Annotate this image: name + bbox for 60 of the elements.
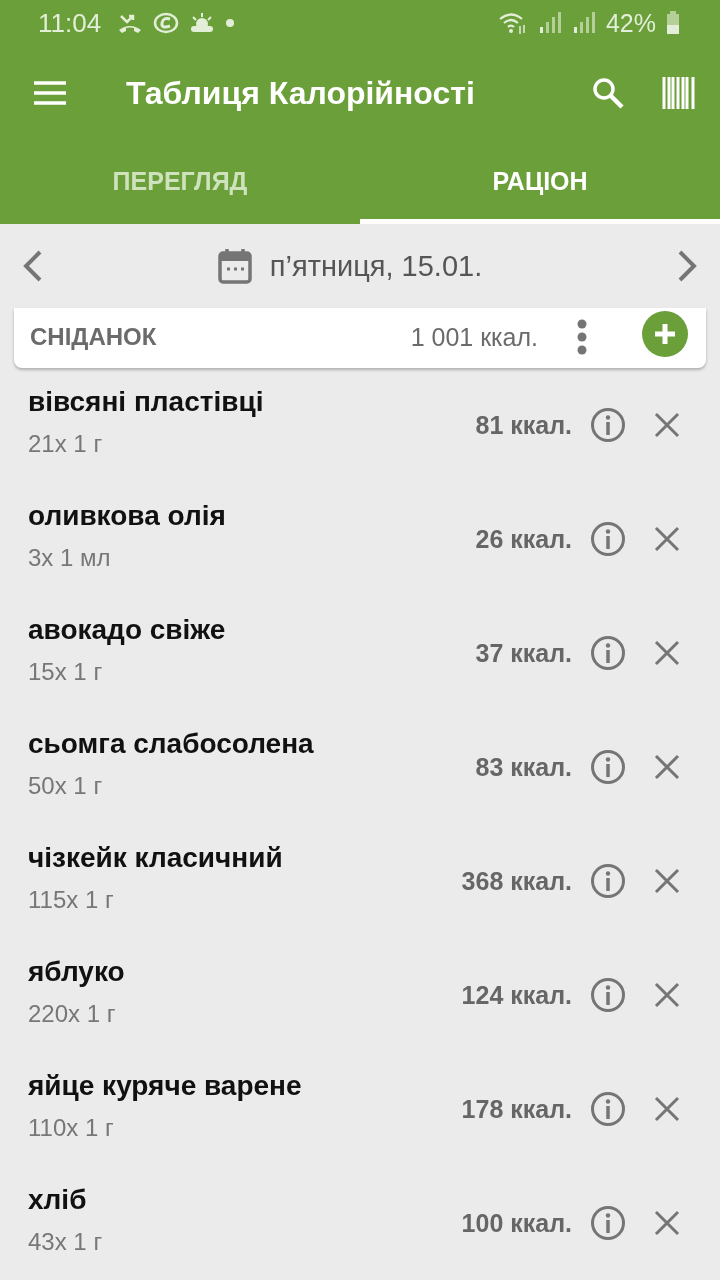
info-button[interactable] — [590, 521, 626, 557]
barcode-scan-button[interactable] — [662, 77, 696, 109]
info-button[interactable] — [590, 635, 626, 671]
meal-name: СНІДАНОК — [30, 323, 158, 351]
delete-button[interactable] — [654, 1096, 680, 1122]
calendar-icon — [217, 248, 252, 284]
app-title: Таблиця Калорійності — [126, 74, 476, 112]
notification-dot-icon — [225, 18, 236, 28]
date-label[interactable]: п’ятниця, 15.01. — [269, 249, 483, 283]
food-name[interactable]: яйце куряче варене — [28, 1070, 462, 1102]
battery-level: 42% — [605, 8, 656, 38]
food-portion: 220x 1 г — [28, 1000, 117, 1028]
food-name[interactable]: яблуко — [28, 956, 462, 988]
food-calories: 37 ккал. — [475, 638, 572, 668]
food-portion: 3x 1 мл — [28, 544, 112, 572]
plus-icon — [653, 322, 677, 346]
delete-button[interactable] — [654, 526, 680, 552]
status-time: 11:04 — [38, 7, 102, 39]
delete-button[interactable] — [654, 754, 680, 780]
delete-button[interactable] — [654, 868, 680, 894]
food-name[interactable]: чізкейк класичний — [28, 842, 462, 874]
food-portion: 115x 1 г — [28, 886, 115, 914]
info-button[interactable] — [590, 1205, 626, 1241]
food-calories: 124 ккал. — [461, 980, 572, 1010]
meal-total: 1 001 ккал. — [410, 322, 538, 352]
info-button[interactable] — [590, 749, 626, 785]
info-button[interactable] — [590, 407, 626, 443]
food-calories: 178 ккал. — [461, 1094, 572, 1124]
food-name[interactable]: сьомга слабосолена — [28, 728, 476, 760]
food-calories: 83 ккал. — [475, 752, 572, 782]
info-button[interactable] — [590, 863, 626, 899]
food-portion: 43x 1 г — [28, 1228, 104, 1256]
more-options-button[interactable] — [576, 319, 588, 355]
missed-call-icon — [117, 12, 144, 34]
info-button[interactable] — [590, 1091, 626, 1127]
food-name[interactable]: вівсяні пластівці — [28, 386, 476, 418]
delete-button[interactable] — [654, 640, 680, 666]
delete-button[interactable] — [654, 412, 680, 438]
food-calories: 368 ккал. — [461, 866, 572, 896]
info-button[interactable] — [590, 977, 626, 1013]
signal-icon — [537, 11, 562, 35]
weather-icon — [189, 12, 216, 34]
wifi-icon — [497, 11, 528, 35]
food-portion: 15x 1 г — [28, 658, 104, 686]
food-portion: 21x 1 г — [28, 430, 104, 458]
menu-button[interactable] — [32, 80, 68, 106]
food-portion: 50x 1 г — [28, 772, 104, 800]
food-portion: 110x 1 г — [28, 1114, 115, 1142]
food-calories: 26 ккал. — [475, 524, 572, 554]
battery-icon — [666, 11, 680, 35]
food-name[interactable]: хліб — [28, 1184, 462, 1216]
add-button[interactable] — [642, 311, 688, 357]
delete-button[interactable] — [654, 982, 680, 1008]
signal-icon — [571, 11, 596, 35]
food-name[interactable]: оливкова олія — [28, 500, 476, 532]
food-calories: 81 ккал. — [475, 410, 572, 440]
delete-button[interactable] — [654, 1210, 680, 1236]
search-button[interactable] — [592, 77, 624, 109]
food-calories: 100 ккал. — [461, 1208, 572, 1238]
food-name[interactable]: авокадо свіже — [28, 614, 476, 646]
